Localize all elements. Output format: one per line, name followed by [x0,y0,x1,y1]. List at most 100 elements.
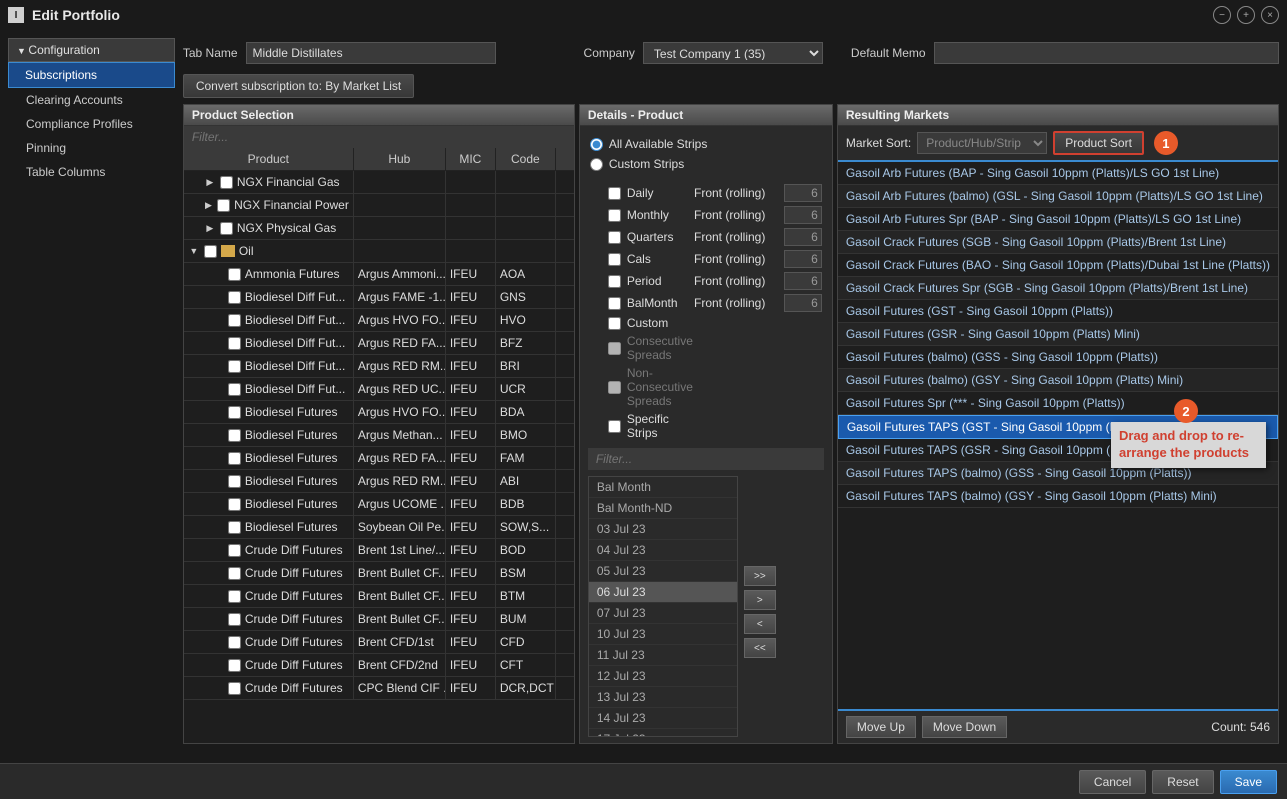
strip-option[interactable]: MonthlyFront (rolling) [608,204,822,226]
details-filter-input[interactable] [588,448,824,470]
strip-list-item[interactable]: 06 Jul 23 [589,582,737,603]
result-row[interactable]: Gasoil Crack Futures Spr (SGB - Sing Gas… [838,277,1278,300]
table-row[interactable]: Biodiesel Diff Fut...Argus RED RM...IFEU… [184,355,574,378]
list-transfer-button[interactable]: << [744,638,776,658]
sidebar-item-clearing-accounts[interactable]: Clearing Accounts [8,88,175,112]
result-row[interactable]: Gasoil Arb Futures (balmo) (GSL - Sing G… [838,185,1278,208]
result-row[interactable]: Gasoil Futures (GST - Sing Gasoil 10ppm … [838,300,1278,323]
tree-checkbox[interactable] [228,383,241,396]
strip-checkbox[interactable] [608,420,621,433]
table-row[interactable]: Biodiesel Diff Fut...Argus HVO FO...IFEU… [184,309,574,332]
table-row[interactable]: Biodiesel FuturesArgus HVO FO...IFEUBDA [184,401,574,424]
strip-option[interactable]: Specific Strips [608,410,822,442]
table-row[interactable]: Biodiesel FuturesArgus UCOME ...IFEUBDB [184,493,574,516]
strip-list-item[interactable]: 10 Jul 23 [589,624,737,645]
tree-node[interactable]: ▶NGX Physical Gas [184,217,574,240]
tree-checkbox[interactable] [228,429,241,442]
save-button[interactable]: Save [1220,770,1277,794]
tree-checkbox[interactable] [228,613,241,626]
tab-name-input[interactable] [246,42,496,64]
strip-option[interactable]: Custom [608,314,822,332]
strip-option[interactable]: CalsFront (rolling) [608,248,822,270]
result-row[interactable]: Gasoil Arb Futures Spr (BAP - Sing Gasoi… [838,208,1278,231]
minimize-button[interactable]: − [1213,6,1231,24]
list-transfer-button[interactable]: >> [744,566,776,586]
product-filter-input[interactable] [184,126,574,148]
sidebar-item-subscriptions[interactable]: Subscriptions [8,62,175,88]
radio-all-strips[interactable]: All Available Strips [590,134,822,154]
strip-checkbox[interactable] [608,231,621,244]
tree-checkbox[interactable] [217,199,230,212]
cancel-button[interactable]: Cancel [1079,770,1146,794]
strip-option[interactable]: QuartersFront (rolling) [608,226,822,248]
strip-checkbox[interactable] [608,317,621,330]
table-row[interactable]: Biodiesel FuturesArgus Methan...IFEUBMO [184,424,574,447]
result-row[interactable]: Gasoil Futures TAPS (balmo) (GSY - Sing … [838,485,1278,508]
tree-checkbox[interactable] [228,291,241,304]
strip-list-item[interactable]: 13 Jul 23 [589,687,737,708]
strip-spinner[interactable] [784,184,822,202]
sidebar-item-pinning[interactable]: Pinning [8,136,175,160]
tree-checkbox[interactable] [228,567,241,580]
radio-custom-strips[interactable]: Custom Strips [590,154,822,174]
strip-spinner[interactable] [784,250,822,268]
strip-list-item[interactable]: 17 Jul 23 [589,729,737,737]
strip-checkbox[interactable] [608,253,621,266]
result-row[interactable]: Gasoil Futures (balmo) (GSY - Sing Gasoi… [838,369,1278,392]
strip-list-item[interactable]: Bal Month [589,477,737,498]
table-row[interactable]: Crude Diff FuturesBrent CFD/2ndIFEUCFT [184,654,574,677]
table-row[interactable]: Biodiesel Diff Fut...Argus RED FA...IFEU… [184,332,574,355]
table-row[interactable]: Crude Diff FuturesBrent Bullet CF...IFEU… [184,585,574,608]
table-row[interactable]: Crude Diff FuturesBrent Bullet CF...IFEU… [184,608,574,631]
maximize-button[interactable]: + [1237,6,1255,24]
strip-checkbox[interactable] [608,297,621,310]
tree-checkbox[interactable] [228,406,241,419]
tree-checkbox[interactable] [228,659,241,672]
result-row[interactable]: Gasoil Arb Futures (BAP - Sing Gasoil 10… [838,162,1278,185]
strip-spinner[interactable] [784,206,822,224]
move-up-button[interactable]: Move Up [846,716,916,738]
table-row[interactable]: Biodiesel FuturesArgus RED RM...IFEUABI [184,470,574,493]
results-list[interactable]: 2 Drag and drop to re-arrange the produc… [838,160,1278,709]
list-transfer-button[interactable]: < [744,614,776,634]
strip-spinner[interactable] [784,272,822,290]
table-row[interactable]: Crude Diff FuturesCPC Blend CIF ...IFEUD… [184,677,574,700]
strip-spinner[interactable] [784,228,822,246]
tree-checkbox[interactable] [228,498,241,511]
company-select[interactable]: Test Company 1 (35) [643,42,823,64]
table-row[interactable]: Biodiesel Diff Fut...Argus FAME -1...IFE… [184,286,574,309]
result-row[interactable]: Gasoil Futures (balmo) (GSS - Sing Gasoi… [838,346,1278,369]
sidebar-item-compliance-profiles[interactable]: Compliance Profiles [8,112,175,136]
move-down-button[interactable]: Move Down [922,716,1007,738]
tree-checkbox[interactable] [228,337,241,350]
strip-checkbox[interactable] [608,275,621,288]
strip-list-item[interactable]: 05 Jul 23 [589,561,737,582]
tree-checkbox[interactable] [228,590,241,603]
tree-checkbox[interactable] [204,245,217,258]
tree-checkbox[interactable] [228,544,241,557]
close-button[interactable]: × [1261,6,1279,24]
result-row[interactable]: Gasoil Futures (GSR - Sing Gasoil 10ppm … [838,323,1278,346]
result-row[interactable]: Gasoil Crack Futures (BAO - Sing Gasoil … [838,254,1278,277]
market-sort-select[interactable]: Product/Hub/Strip [917,132,1047,154]
strip-option[interactable]: BalMonthFront (rolling) [608,292,822,314]
strip-list-item[interactable]: 07 Jul 23 [589,603,737,624]
tree-node[interactable]: ▶NGX Financial Power [184,194,574,217]
tree-checkbox[interactable] [228,268,241,281]
strip-option[interactable]: DailyFront (rolling) [608,182,822,204]
memo-input[interactable] [934,42,1279,64]
tree-checkbox[interactable] [228,360,241,373]
table-row[interactable]: Biodiesel Diff Fut...Argus RED UC...IFEU… [184,378,574,401]
table-row[interactable]: Biodiesel FuturesArgus RED FA...IFEUFAM [184,447,574,470]
tree-node-oil[interactable]: ▼Oil [184,240,574,263]
tree-checkbox[interactable] [228,682,241,695]
tree-checkbox[interactable] [228,475,241,488]
tree-checkbox[interactable] [220,222,233,235]
radio-custom-input[interactable] [590,158,603,171]
tree-checkbox[interactable] [228,521,241,534]
product-sort-button[interactable]: Product Sort [1053,131,1144,155]
result-row[interactable]: Gasoil Crack Futures (SGB - Sing Gasoil … [838,231,1278,254]
radio-all-input[interactable] [590,138,603,151]
strip-list-item[interactable]: 11 Jul 23 [589,645,737,666]
strip-checkbox[interactable] [608,209,621,222]
